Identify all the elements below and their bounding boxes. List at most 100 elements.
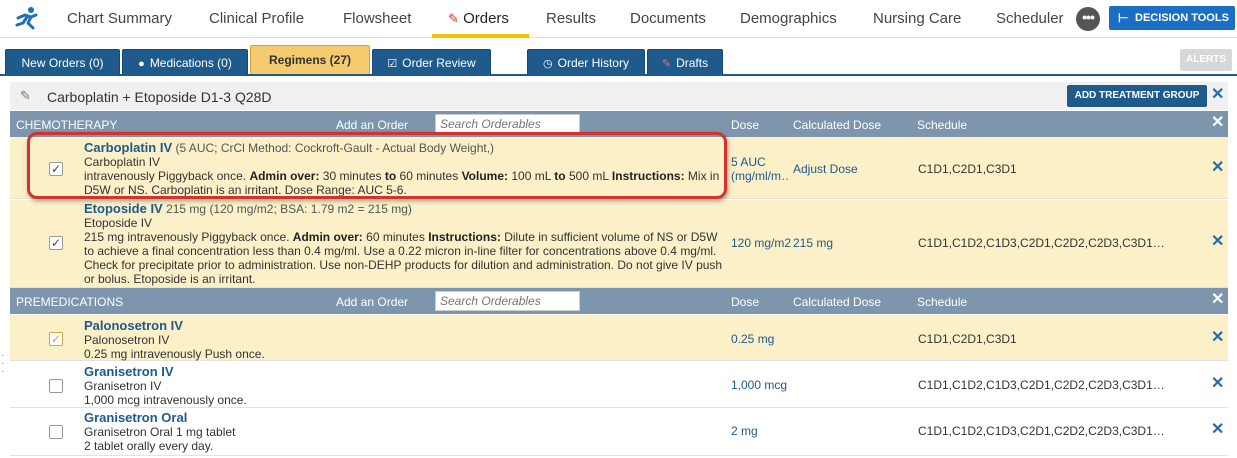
schedule-value: C1D1,C1D2,C1D3,C2D1,C2D2,C2D3,C3D1… (918, 236, 1165, 250)
medication-name[interactable]: Carboplatin IV (84, 140, 172, 155)
more-menu-button[interactable]: ••• (1076, 7, 1100, 31)
running-person-logo-icon[interactable] (14, 6, 40, 32)
order-row-etoposide[interactable]: ✓ Etoposide IV 215 mg (120 mg/m2; BSA: 1… (10, 200, 1228, 288)
add-order-label: Add an Order (336, 118, 409, 132)
premedications-section-header: PREMEDICATIONS Add an Order Dose Calcula… (10, 288, 1228, 314)
regimen-title: Carboplatin + Etoposide D1-3 Q28D (47, 89, 272, 105)
close-regimen-icon[interactable]: ✕ (1211, 87, 1224, 103)
decision-tools-label: DECISION TOOLS (1135, 12, 1229, 24)
medication-name[interactable]: Granisetron IV (84, 365, 730, 379)
order-row-carboplatin[interactable]: ✓ Carboplatin IV (5 AUC; CrCl Method: Co… (10, 137, 1228, 199)
nav-orders-label: Orders (463, 10, 509, 27)
schedule-value: C1D1,C1D2,C1D3,C2D1,C2D2,C2D3,C3D1… (918, 378, 1165, 392)
nav-nursing-care[interactable]: Nursing Care (873, 10, 961, 27)
nav-scheduler[interactable]: Scheduler (996, 10, 1064, 27)
medication-name[interactable]: Granisetron Oral (84, 411, 730, 425)
dose-column-header: Dose (731, 118, 760, 132)
schedule-column-header: Schedule (917, 118, 968, 132)
order-checkbox[interactable] (49, 425, 63, 439)
medication-name[interactable]: Etoposide IV (84, 201, 163, 216)
generic-name: Etoposide IV (84, 216, 153, 230)
tab-medications-label: Medications (0) (149, 56, 232, 70)
close-section-icon[interactable]: ✕ (1211, 115, 1224, 131)
remove-order-icon[interactable]: ✕ (1211, 234, 1224, 250)
nav-results[interactable]: Results (546, 10, 596, 27)
tab-medications[interactable]: ● Medications (0) (122, 49, 248, 75)
order-details: Etoposide IV 215 mg (120 mg/m2; BSA: 1.7… (84, 201, 730, 287)
order-checkbox[interactable]: ✓ (49, 162, 63, 176)
edit-pencil-icon[interactable]: ✎ (20, 88, 31, 104)
order-row-granisetron-oral[interactable]: Granisetron Oral Granisetron Oral 1 mg t… (10, 408, 1228, 456)
schedule-value: C1D1,C2D1,C3D1 (918, 332, 1017, 346)
order-checkbox[interactable]: ✓ (49, 236, 63, 250)
tab-order-history-label: Order History (557, 56, 629, 70)
search-orderables-input[interactable] (435, 114, 580, 134)
search-orderables-input[interactable] (435, 291, 580, 311)
administration-instructions: 0.25 mg intravenously Push once. (84, 347, 265, 361)
regimen-header: ✎ Carboplatin + Etoposide D1-3 Q28D ADD … (10, 82, 1228, 110)
medication-dose-detail: (5 AUC; CrCl Method: Cockroft-Gault - Ac… (175, 141, 495, 155)
remove-order-icon[interactable]: ✕ (1211, 422, 1224, 438)
schedule-value: C1D1,C1D2,C1D3,C2D1,C2D2,C2D3,C3D1… (918, 424, 1165, 438)
order-details: Carboplatin IV (5 AUC; CrCl Method: Cock… (84, 140, 730, 198)
close-section-icon[interactable]: ✕ (1211, 292, 1224, 308)
nav-chart-summary[interactable]: Chart Summary (67, 10, 172, 27)
add-order-label: Add an Order (336, 295, 409, 309)
alerts-button[interactable]: ALERTS (1180, 49, 1232, 71)
tab-divider (0, 74, 1237, 76)
generic-name: Granisetron Oral 1 mg tablet (84, 425, 236, 439)
dose-value[interactable]: 5 AUC (mg/ml/m… (731, 155, 789, 183)
tab-new-orders[interactable]: New Orders (0) (5, 49, 120, 75)
calculated-dose-value: 215 mg (793, 236, 834, 250)
nav-orders[interactable]: ✎ Orders (448, 10, 509, 27)
tab-drafts-label: Drafts (676, 56, 709, 70)
order-row-palonosetron[interactable]: ✓ Palonosetron IV Palonosetron IV 0.25 m… (10, 315, 1228, 361)
remove-order-icon[interactable]: ✕ (1211, 376, 1224, 392)
decision-tools-button[interactable]: ⊢ DECISION TOOLS (1109, 6, 1235, 30)
nav-clinical-profile[interactable]: Clinical Profile (209, 10, 304, 27)
remove-order-icon[interactable]: ✕ (1211, 160, 1224, 176)
order-row-granisetron-iv[interactable]: Granisetron IV Granisetron IV 1,000 mcg … (10, 362, 1228, 408)
generic-name: Carboplatin IV (84, 155, 161, 169)
adjust-dose-link[interactable]: Adjust Dose (793, 162, 858, 176)
tab-regimens[interactable]: Regimens (27) (250, 45, 370, 75)
decision-tree-icon: ⊢ (1118, 11, 1129, 25)
section-title: PREMEDICATIONS (16, 295, 124, 309)
chemotherapy-section-header: CHEMOTHERAPY Add an Order Dose Calculate… (10, 111, 1228, 137)
dose-value[interactable]: 1,000 mcg (731, 378, 787, 392)
remove-order-icon[interactable]: ✕ (1211, 330, 1224, 346)
nav-documents[interactable]: Documents (630, 10, 706, 27)
schedule-column-header: Schedule (917, 295, 968, 309)
order-checkbox[interactable]: ✓ (49, 332, 63, 346)
dose-value[interactable]: 120 mg/m2 (731, 236, 791, 250)
dose-column-header: Dose (731, 295, 760, 309)
calculated-dose-column-header: Calculated Dose (793, 295, 882, 309)
pencil-icon: ✎ (448, 11, 459, 26)
add-treatment-group-button[interactable]: ADD TREATMENT GROUP (1067, 85, 1207, 107)
order-details: Palonosetron IV Palonosetron IV 0.25 mg … (84, 319, 730, 362)
generic-name: Granisetron IV (84, 379, 162, 393)
dose-value[interactable]: 2 mg (731, 424, 758, 438)
medication-name[interactable]: Palonosetron IV (84, 319, 730, 333)
dose-value[interactable]: 0.25 mg (731, 332, 774, 346)
tab-order-review-label: Order Review (402, 56, 476, 70)
resize-handle-icon[interactable]: · · · (1, 351, 5, 378)
generic-name: Palonosetron IV (84, 333, 170, 347)
administration-instructions: intravenously Piggyback once. Admin over… (84, 169, 720, 197)
tab-order-review[interactable]: ☑ Order Review (372, 49, 491, 75)
nav-flowsheet[interactable]: Flowsheet (343, 10, 411, 27)
tab-drafts[interactable]: ✎ Drafts (647, 49, 723, 75)
top-navigation: Chart Summary Clinical Profile Flowsheet… (0, 0, 1237, 38)
nav-demographics[interactable]: Demographics (740, 10, 837, 27)
tab-order-history[interactable]: ◷ Order History (527, 49, 645, 75)
schedule-value: C1D1,C2D1,C3D1 (918, 162, 1017, 176)
order-checkbox[interactable] (49, 379, 63, 393)
order-details: Granisetron Oral Granisetron Oral 1 mg t… (84, 411, 730, 454)
medication-dose-detail: 215 mg (120 mg/m2; BSA: 1.79 m2 = 215 mg… (166, 202, 412, 216)
active-tab-underline (432, 34, 529, 38)
administration-instructions: 2 tablet orally every day. (84, 439, 214, 453)
administration-instructions: 1,000 mcg intravenously once. (84, 393, 247, 407)
calculated-dose-column-header: Calculated Dose (793, 118, 882, 132)
order-details: Granisetron IV Granisetron IV 1,000 mcg … (84, 365, 730, 408)
section-title: CHEMOTHERAPY (16, 118, 118, 132)
